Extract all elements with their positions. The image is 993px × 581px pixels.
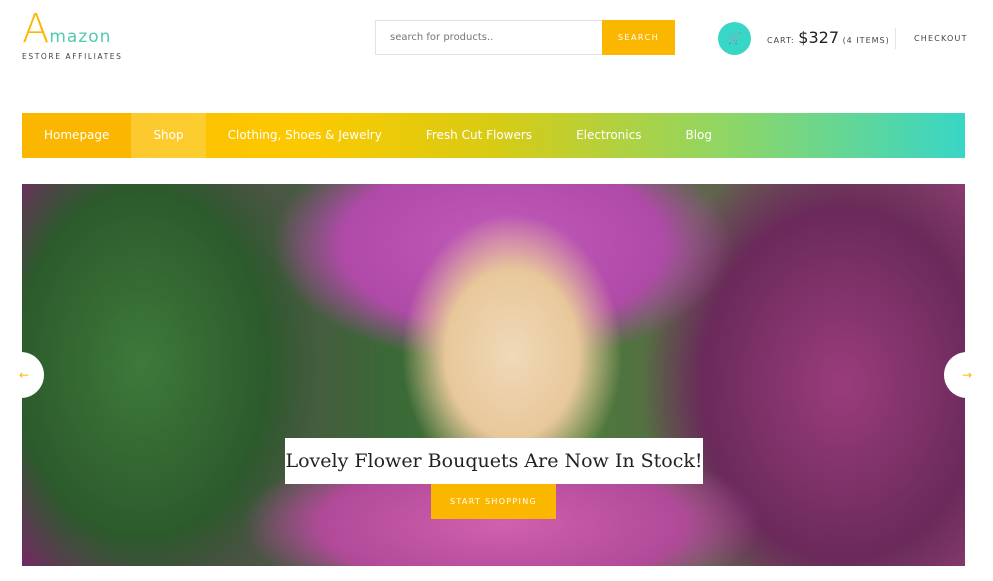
cart-amount: $327 xyxy=(798,28,840,47)
start-shopping-button[interactable]: START SHOPPING xyxy=(431,484,556,519)
logo-text: mazon xyxy=(49,27,112,47)
nav-clothing[interactable]: Clothing, Shoes & Jewelry xyxy=(206,113,404,158)
checkout-link[interactable]: CHECKOUT xyxy=(914,34,968,43)
main-nav: Homepage Shop Clothing, Shoes & Jewelry … xyxy=(22,113,965,158)
cart-items: (4 ITEMS) xyxy=(842,36,890,45)
logo-letter: A xyxy=(22,6,50,52)
divider xyxy=(895,28,896,49)
nav-homepage[interactable]: Homepage xyxy=(22,113,132,158)
search-button[interactable]: SEARCH xyxy=(602,20,675,55)
hero-caption: Lovely Flower Bouquets Are Now In Stock! xyxy=(285,438,703,484)
search-input[interactable] xyxy=(375,20,603,55)
arrow-left-icon[interactable]: ← xyxy=(0,352,44,398)
arrow-right-icon[interactable]: → xyxy=(944,352,990,398)
nav-shop[interactable]: Shop xyxy=(131,113,206,158)
nav-blog[interactable]: Blog xyxy=(663,113,734,158)
nav-flowers[interactable]: Fresh Cut Flowers xyxy=(404,113,554,158)
logo[interactable]: Amazon ESTORE AFFILIATES xyxy=(22,6,121,61)
cart-summary[interactable]: CART: $327 (4 ITEMS) xyxy=(767,28,890,47)
cart-label: CART: xyxy=(767,36,795,45)
logo-tagline: ESTORE AFFILIATES xyxy=(22,52,123,61)
cart-icon[interactable]: 🛒 xyxy=(718,22,751,55)
nav-electronics[interactable]: Electronics xyxy=(554,113,663,158)
